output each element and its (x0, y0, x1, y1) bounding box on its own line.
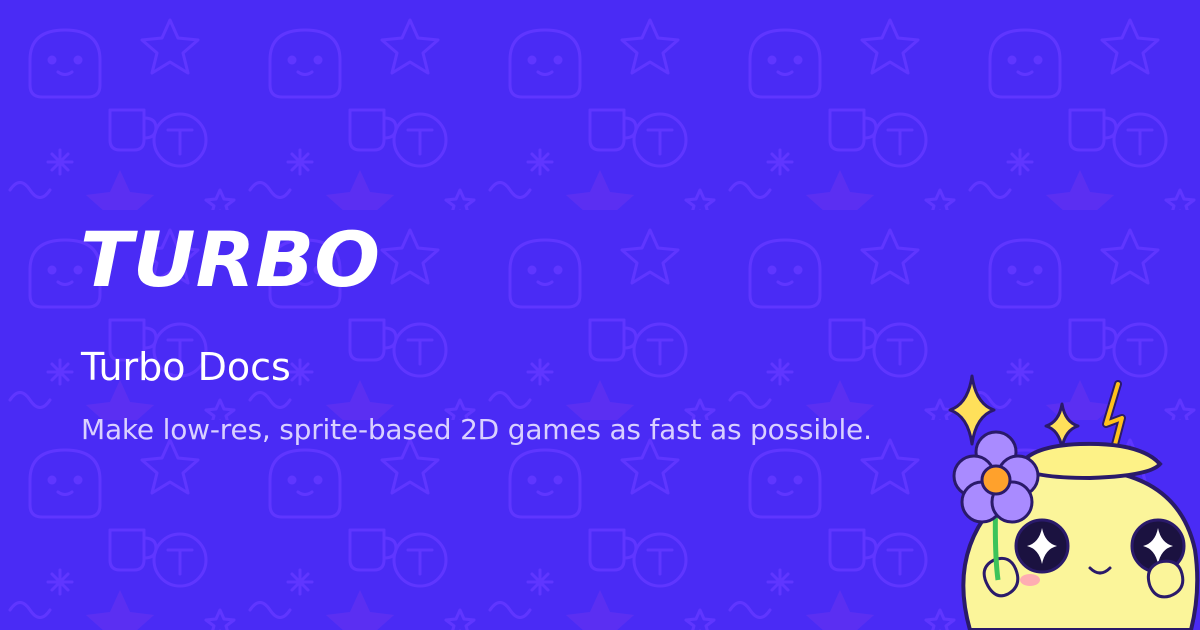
og-card: TURBO Turbo Docs Make low-res, sprite-ba… (0, 0, 1200, 630)
page-subtitle: Make low-res, sprite-based 2D games as f… (81, 413, 872, 446)
logo-wordmark: TURBO (80, 224, 380, 294)
turbo-logo: TURBO (80, 224, 384, 294)
mascot-with-flower-icon (930, 370, 1200, 630)
page-title: Turbo Docs (81, 345, 291, 389)
sparkle-icon (948, 374, 1080, 450)
